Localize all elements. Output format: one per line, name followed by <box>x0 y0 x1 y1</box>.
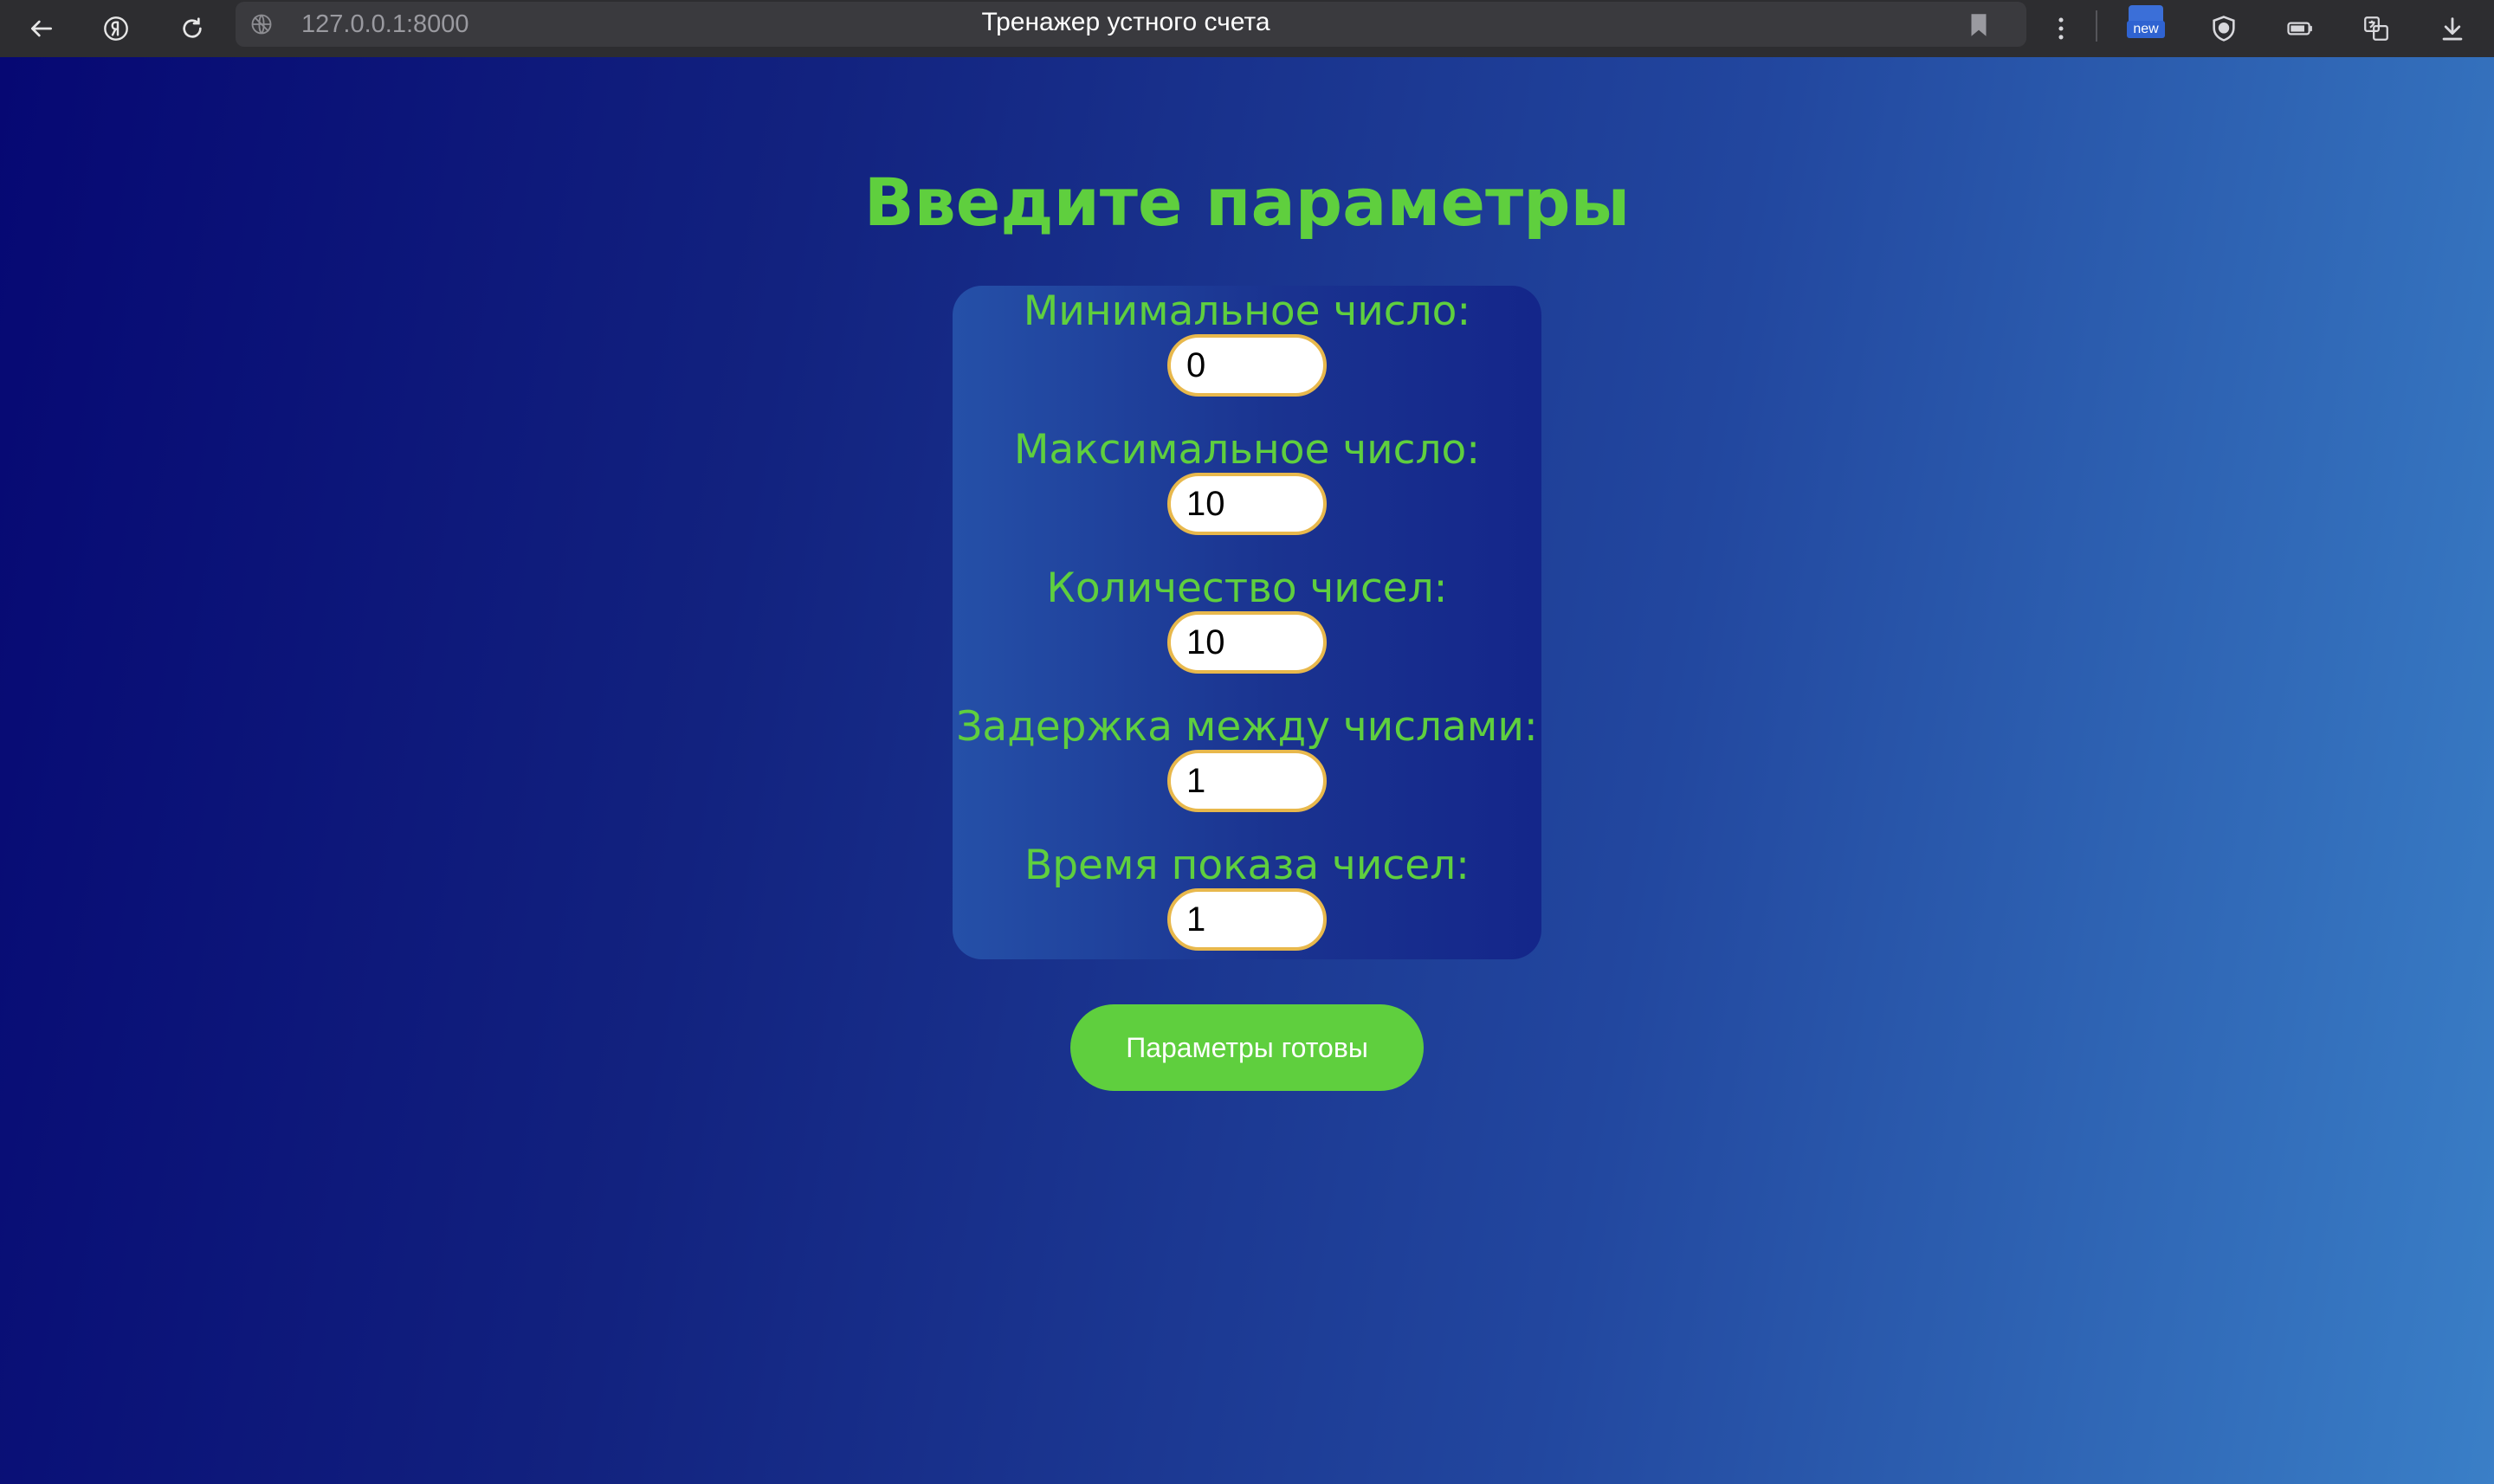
page-body: Введите параметры Минимальное число: Мак… <box>0 57 2494 1484</box>
display-time-label: Время показа чисел: <box>1024 842 1470 889</box>
url-text[interactable]: 127.0.0.1:8000 <box>301 9 469 40</box>
toolbar-divider <box>2096 10 2097 42</box>
translate-icon[interactable] <box>2352 5 2400 52</box>
bookmark-icon[interactable] <box>1964 10 1993 40</box>
parameters-form: Минимальное число: Максимальное число: К… <box>953 286 1541 959</box>
max-number-field: Максимальное число: <box>953 424 1541 563</box>
page-heading: Введите параметры <box>863 164 1631 241</box>
reload-icon[interactable] <box>166 5 218 52</box>
display-time-field: Время показа чисел: <box>953 840 1541 978</box>
min-number-field: Минимальное число: <box>953 286 1541 424</box>
download-icon[interactable] <box>2428 5 2477 52</box>
battery-icon[interactable] <box>2276 5 2324 52</box>
max-number-input[interactable] <box>1167 473 1327 535</box>
display-time-input[interactable] <box>1167 888 1327 951</box>
shield-icon[interactable] <box>2200 5 2248 52</box>
yandex-icon[interactable] <box>90 5 142 52</box>
max-number-label: Максимальное число: <box>1013 426 1481 474</box>
numbers-count-label: Количество чисел: <box>1046 565 1448 612</box>
site-info-icon[interactable] <box>249 12 274 36</box>
back-arrow-icon[interactable] <box>16 5 68 52</box>
tab-title: Тренажер устного счета <box>981 8 1270 36</box>
delay-input[interactable] <box>1167 750 1327 812</box>
min-number-input[interactable] <box>1167 334 1327 397</box>
browser-toolbar: 127.0.0.1:8000 Тренажер устного счета ne… <box>0 0 2494 57</box>
min-number-label: Минимальное число: <box>1023 287 1471 335</box>
more-menu-icon[interactable] <box>2037 5 2085 52</box>
parameters-ready-button[interactable]: Параметры готовы <box>1070 1004 1424 1091</box>
delay-label: Задержка между числами: <box>956 703 1538 751</box>
delay-field: Задержка между числами: <box>953 701 1541 840</box>
numbers-count-input[interactable] <box>1167 611 1327 674</box>
new-badge-label: new <box>2127 21 2165 38</box>
extension-new-icon[interactable]: new <box>2123 0 2168 40</box>
numbers-count-field: Количество чисел: <box>953 563 1541 701</box>
